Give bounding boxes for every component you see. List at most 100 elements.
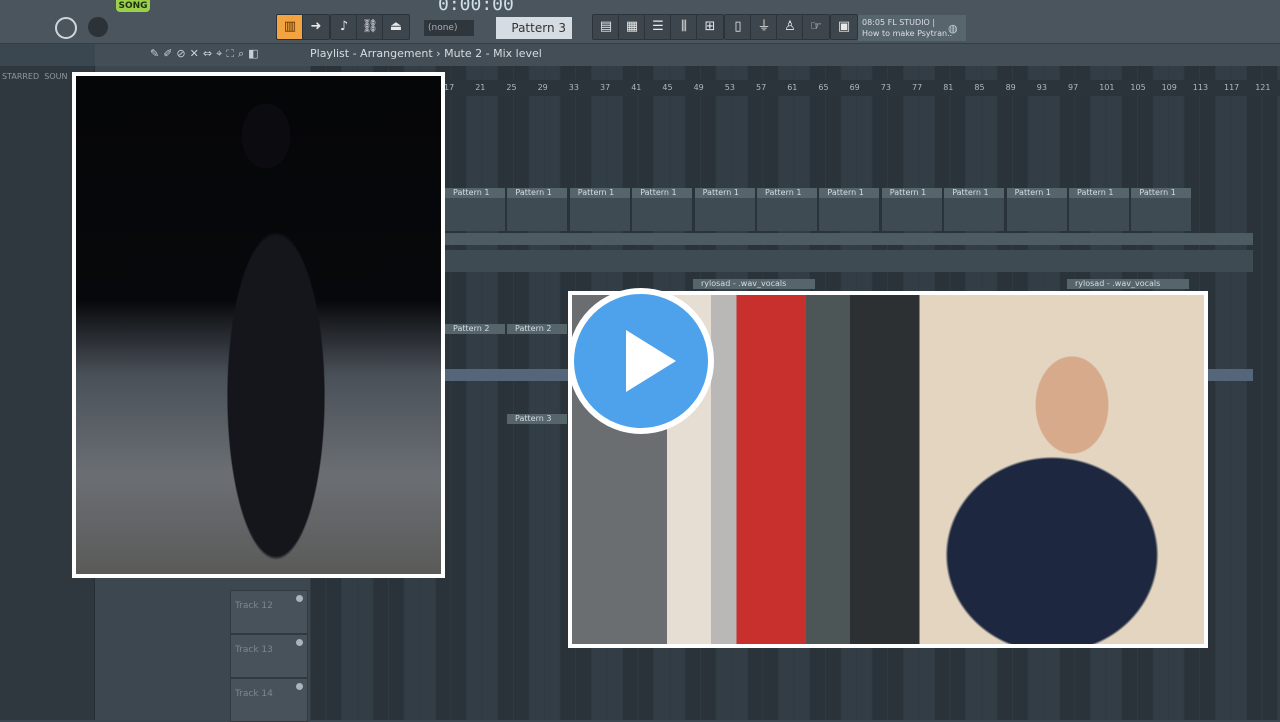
- globe-icon[interactable]: ◍: [948, 22, 958, 35]
- pattern-clip[interactable]: Pattern 1: [1131, 188, 1192, 198]
- ruler-bar-number: 105: [1130, 83, 1146, 92]
- ruler-bar-number: 117: [1224, 83, 1240, 92]
- pattern-clip[interactable]: Pattern 1: [1069, 188, 1129, 198]
- time-display: 0:00:00: [438, 0, 514, 15]
- hint-text: How to make Psytran..: [862, 29, 953, 38]
- playlist-toolbar: [95, 44, 1280, 66]
- arrow-icon[interactable]: ➜: [302, 14, 330, 40]
- ruler-bar-number: 69: [849, 83, 860, 92]
- ruler-bar-number: 21: [475, 83, 486, 92]
- pattern-clip[interactable]: Pattern 1: [881, 188, 942, 198]
- pattern-clip[interactable]: Pattern 1: [632, 188, 693, 198]
- pattern-clip-body[interactable]: [694, 197, 755, 231]
- ruler-bar-number: 113: [1192, 83, 1209, 92]
- breadcrumb-path[interactable]: Playlist - Arrangement: [310, 47, 433, 60]
- track-name: Track 13: [235, 645, 273, 655]
- audio-clip-lane[interactable]: [445, 233, 1253, 245]
- tab-sounds[interactable]: SOUN: [44, 72, 67, 81]
- pattern-clip-body[interactable]: [1131, 197, 1192, 231]
- ruler-bar-number: 85: [974, 83, 985, 92]
- ruler-bar-number: 89: [1005, 83, 1016, 92]
- pattern-clip-body[interactable]: [757, 197, 817, 231]
- ruler-bar-number: 37: [600, 83, 611, 92]
- audio-clip-lane[interactable]: [445, 250, 1253, 272]
- ruler-bar-number: 49: [693, 83, 704, 92]
- track-name: Track 12: [235, 601, 273, 611]
- track-header[interactable]: Track 12: [230, 590, 308, 634]
- ruler-bar-number: 33: [568, 83, 579, 92]
- pattern-clip-body[interactable]: [632, 197, 693, 231]
- ruler-bar-number: 45: [662, 83, 673, 92]
- stamp-icon[interactable]: ⏏: [382, 14, 410, 40]
- browser-tabs: STARRED SOUN: [2, 72, 67, 81]
- track-header[interactable]: Track 13: [230, 634, 308, 678]
- slide-icon[interactable]: ♪: [330, 14, 358, 40]
- pattern-clip[interactable]: Pattern 1: [757, 188, 817, 198]
- play-icon[interactable]: [568, 288, 714, 434]
- ruler-bar-number: 17: [444, 83, 455, 92]
- tab-starred[interactable]: STARRED: [2, 72, 39, 81]
- pattern-clip-body[interactable]: [507, 197, 568, 231]
- track-name: Track 14: [235, 689, 273, 699]
- ruler-bar-number: 57: [756, 83, 767, 92]
- audio-clip[interactable]: rylosad - .wav_vocals: [693, 279, 815, 289]
- pattern-clip-body[interactable]: [944, 197, 1005, 231]
- ruler-bar-number: 121: [1255, 83, 1271, 92]
- ruler-bar-number: 101: [1099, 83, 1115, 92]
- shop-icon[interactable]: ▣: [830, 14, 858, 40]
- pattern-clip[interactable]: Pattern 1: [1006, 188, 1067, 198]
- pattern-clip-body[interactable]: [881, 197, 942, 231]
- pattern-clip[interactable]: Pattern 2: [507, 324, 567, 334]
- pattern-clip[interactable]: Pattern 1: [569, 188, 630, 198]
- ruler-bar-number: 81: [943, 83, 954, 92]
- breadcrumb: Playlist - Arrangement › Mute 2 - Mix le…: [310, 47, 542, 60]
- ruler-bar-number: 93: [1036, 83, 1047, 92]
- pattern-clip[interactable]: Pattern 1: [507, 188, 568, 198]
- hint-time: 08:05: [862, 18, 886, 27]
- breadcrumb-sep: ›: [436, 47, 441, 60]
- mixer-icon[interactable]: ⫼: [670, 14, 698, 40]
- song-mode-button[interactable]: SONG: [116, 0, 150, 12]
- snap-select[interactable]: (none): [424, 20, 474, 36]
- channel-rack-icon[interactable]: ☰: [644, 14, 672, 40]
- pattern-clip-body[interactable]: [569, 197, 630, 231]
- master-pitch-knob[interactable]: [88, 17, 108, 37]
- pattern-select[interactable]: Pattern 3: [496, 17, 572, 39]
- file-icon[interactable]: ▯: [724, 14, 752, 40]
- pattern-clip-body[interactable]: [1069, 197, 1129, 231]
- pattern-clip[interactable]: Pattern 1: [445, 188, 505, 198]
- playlist-icon[interactable]: ▤: [592, 14, 620, 40]
- browser-icon[interactable]: ⊞: [696, 14, 724, 40]
- ruler-bar-number: 97: [1068, 83, 1079, 92]
- pattern-clip-body[interactable]: [1006, 197, 1067, 231]
- performance-icon[interactable]: ♙: [776, 14, 804, 40]
- pattern-clip[interactable]: Pattern 1: [694, 188, 755, 198]
- link-icon[interactable]: ⛓: [356, 14, 384, 40]
- master-volume-knob[interactable]: [55, 17, 77, 39]
- ruler-bar-number: 61: [787, 83, 798, 92]
- pattern-clip-body[interactable]: [819, 197, 880, 231]
- ruler-bar-number: 73: [880, 83, 891, 92]
- ruler-bar-number: 41: [631, 83, 642, 92]
- track-mute-dot[interactable]: [296, 595, 303, 602]
- ruler-bar-number: 77: [912, 83, 923, 92]
- track-header[interactable]: Track 14: [230, 678, 308, 722]
- pattern-clip[interactable]: Pattern 3: [507, 414, 567, 424]
- plugin-icon[interactable]: ⏚: [750, 14, 778, 40]
- track-mute-dot[interactable]: [296, 683, 303, 690]
- ruler-bar-number: 109: [1161, 83, 1177, 92]
- step-sequencer-icon[interactable]: ▦: [618, 14, 646, 40]
- pattern-clip[interactable]: Pattern 1: [819, 188, 880, 198]
- pattern-clip[interactable]: Pattern 1: [944, 188, 1005, 198]
- playlist-tools-icons[interactable]: ✎✐⊘✕⇔⌖⛶⌕◧: [150, 47, 263, 61]
- ruler-bar-number: 65: [818, 83, 829, 92]
- audio-clip[interactable]: rylosad - .wav_vocals: [1067, 279, 1189, 289]
- track-mute-dot[interactable]: [296, 639, 303, 646]
- ruler-bar-number: 29: [537, 83, 548, 92]
- piano-roll-icon[interactable]: ▥: [276, 14, 304, 40]
- touch-icon[interactable]: ☞: [802, 14, 830, 40]
- timeline-ruler[interactable]: 17 21 25 29 33 37 41 45 49 53 57 61 65 69 73 77 81 85 89 93…: [440, 80, 1280, 96]
- pattern-clip[interactable]: Pattern 2: [445, 324, 505, 334]
- breadcrumb-sub[interactable]: Mute 2 - Mix level: [444, 47, 542, 60]
- pattern-clip-body[interactable]: [445, 197, 505, 231]
